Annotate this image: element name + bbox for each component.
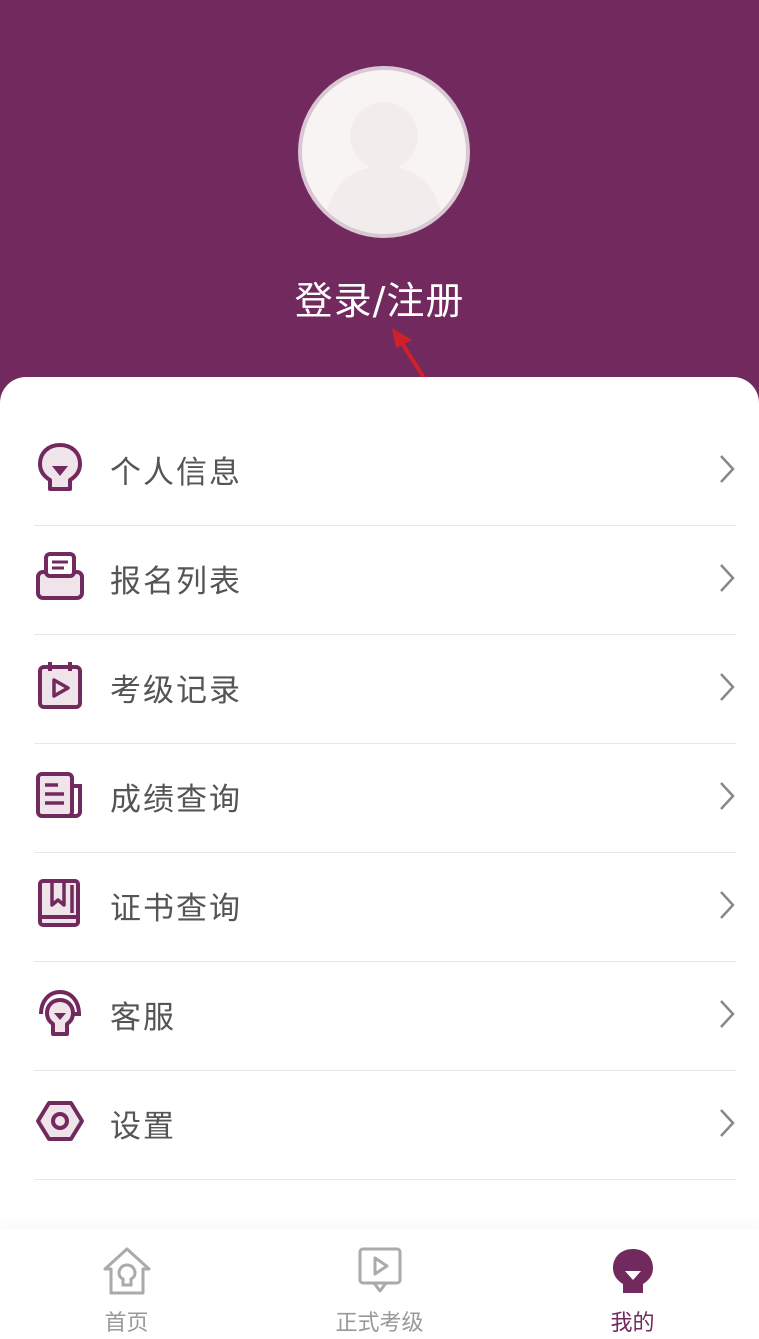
login-register-link[interactable]: 登录/注册 <box>0 270 759 325</box>
book-icon <box>34 877 86 929</box>
tab-label: 我的 <box>610 1311 655 1336</box>
chevron-right-icon <box>720 1109 735 1137</box>
menu-item-label: 报名列表 <box>110 564 242 600</box>
chevron-right-icon <box>720 455 735 483</box>
tab-home[interactable]: 首页 <box>0 1229 253 1339</box>
menu-item-personal-info[interactable]: 个人信息 <box>34 417 736 526</box>
menu-item-score-query[interactable]: 成绩查询 <box>34 744 736 853</box>
headset-icon <box>34 986 86 1038</box>
menu-item-settings[interactable]: 设置 <box>34 1071 736 1180</box>
menu-item-label: 考级记录 <box>110 673 242 709</box>
tab-label: 首页 <box>104 1311 149 1336</box>
menu-item-exam-records[interactable]: 考级记录 <box>34 635 736 744</box>
tab-label: 正式考级 <box>335 1311 424 1336</box>
menu-list: 个人信息 报名列表 考级记录 成绩查询 证书查询 客服 设置 <box>34 417 736 1180</box>
menu-item-label: 成绩查询 <box>110 782 242 818</box>
menu-item-label: 设置 <box>110 1109 176 1145</box>
chevron-right-icon <box>720 891 735 919</box>
bottom-tab-bar: 首页 正式考级 我的 <box>0 1229 759 1339</box>
profile-icon <box>607 1245 659 1297</box>
tab-mine[interactable]: 我的 <box>506 1229 759 1339</box>
play-board-icon <box>354 1245 406 1297</box>
avatar-placeholder-icon <box>302 70 466 234</box>
chevron-right-icon <box>720 1000 735 1028</box>
bulb-icon <box>34 441 86 493</box>
calendar-play-icon <box>34 659 86 711</box>
menu-item-label: 证书查询 <box>110 891 242 927</box>
avatar[interactable] <box>298 66 470 238</box>
home-icon <box>101 1245 153 1297</box>
tab-formal-exam[interactable]: 正式考级 <box>253 1229 506 1339</box>
chevron-right-icon <box>720 782 735 810</box>
report-icon <box>34 768 86 820</box>
menu-item-label: 个人信息 <box>110 455 242 491</box>
chevron-right-icon <box>720 564 735 592</box>
profile-header: 登录/注册 <box>0 0 759 420</box>
menu-item-customer-service[interactable]: 客服 <box>34 962 736 1071</box>
inbox-icon <box>34 550 86 602</box>
chevron-right-icon <box>720 673 735 701</box>
menu-item-label: 客服 <box>110 1000 176 1036</box>
menu-item-registration-list[interactable]: 报名列表 <box>34 526 736 635</box>
gear-icon <box>34 1095 86 1147</box>
menu-item-certificate-query[interactable]: 证书查询 <box>34 853 736 962</box>
